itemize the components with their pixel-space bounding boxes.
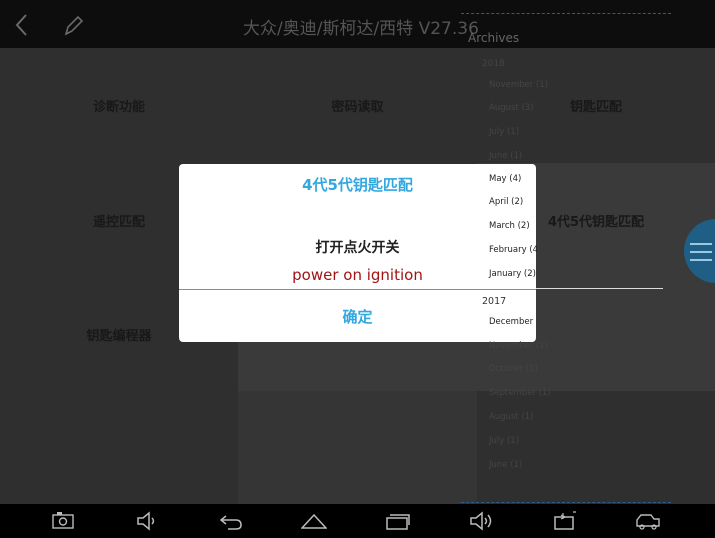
archives-title: Archives [468,31,520,45]
archive-month[interactable]: March (2) [489,221,530,231]
vehicle-icon[interactable] [635,509,661,533]
screenshot-icon[interactable] [50,509,76,533]
archive-month[interactable]: August (3) [489,103,534,113]
archive-month[interactable]: July (1) [489,127,519,137]
dialog-message-english: power on ignition [292,266,423,284]
pencil-icon[interactable] [60,12,86,38]
archive-month[interactable]: November (1) [489,80,548,90]
back-icon[interactable] [218,509,244,533]
archive-month[interactable]: November (1) [489,341,548,351]
dialog-divider [179,289,536,290]
menu-icon [690,259,712,261]
confirm-dialog: 4代5代钥匙匹配 打开点火开关 power on ignition 确定 [179,164,536,342]
grid-cell-empty [238,391,477,504]
grid-cell-diagnosis[interactable]: 诊断功能 [0,48,238,163]
archive-month[interactable]: February (4 [489,245,538,255]
volume-down-icon[interactable] [134,509,160,533]
archive-year[interactable]: 2018 [482,59,505,69]
archive-month[interactable]: May (4) [489,174,521,184]
archive-year[interactable]: 2017 [482,296,506,307]
archive-month[interactable]: December [489,317,533,327]
archive-month[interactable]: August (1) [489,412,534,422]
archive-month[interactable]: June (1) [489,460,522,470]
menu-icon [690,251,712,253]
archive-month[interactable]: July (1) [489,436,519,446]
volume-up-icon[interactable] [468,509,494,533]
home-icon[interactable] [301,509,327,533]
page-title: 大众/奥迪/斯柯达/西特 V27.36 [243,19,479,39]
archive-month[interactable]: April (2) [489,197,523,207]
grid-cell-pin-read[interactable]: 密码读取 [238,48,477,163]
archive-month[interactable]: September (1) [489,388,551,398]
archive-month[interactable]: June (1) [489,151,522,161]
system-nav-bar [0,504,715,538]
dialog-title: 4代5代钥匙匹配 [302,176,413,194]
menu-icon [690,243,712,245]
recents-icon[interactable] [385,509,411,533]
archive-month[interactable]: October (1) [489,364,538,374]
dialog-message: 打开点火开关 [315,240,400,256]
archive-month[interactable]: January (2) [489,269,536,279]
divider [536,288,663,289]
battery-icon[interactable] [552,509,578,533]
back-arrow-icon[interactable] [12,12,32,38]
